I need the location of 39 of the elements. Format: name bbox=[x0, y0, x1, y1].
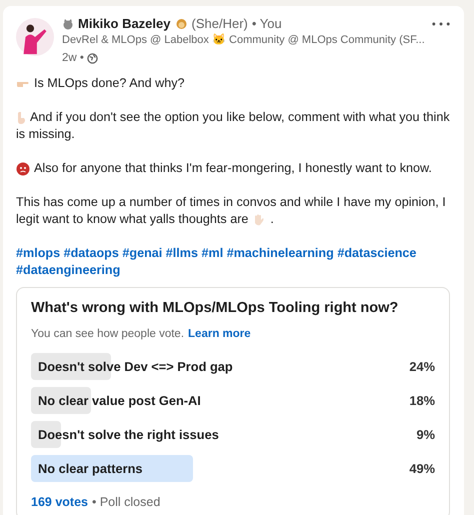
raised-hand-icon bbox=[252, 212, 266, 226]
hashtag-link[interactable]: #machinelearning bbox=[226, 246, 334, 260]
pronouns: (She/Her) bbox=[192, 16, 248, 31]
vote-count-link[interactable]: 169 votes bbox=[31, 495, 88, 509]
hashtag-link[interactable]: #genai bbox=[122, 246, 162, 260]
poll-note: You can see how people vote. bbox=[31, 327, 184, 342]
option-percent: 49% bbox=[409, 461, 435, 476]
learn-more-link[interactable]: Learn more bbox=[188, 328, 251, 340]
hashtag-link[interactable]: #dataops bbox=[64, 246, 119, 260]
pointing-hand-icon bbox=[16, 110, 26, 124]
hashtag-link[interactable]: #dataengineering bbox=[16, 263, 120, 277]
option-label: Doesn't solve Dev <=> Prod gap bbox=[37, 359, 233, 374]
option-label: Doesn't solve the right issues bbox=[37, 427, 219, 442]
option-label: No clear value post Gen-AI bbox=[37, 393, 201, 408]
globe-icon bbox=[86, 52, 98, 64]
option-percent: 9% bbox=[416, 427, 435, 442]
more-options-icon[interactable] bbox=[432, 22, 450, 26]
post-text: And if you don't see the option you like below, comment with what you think bbox=[30, 109, 450, 126]
author-headline: DevRel & MLOps @ Labelbox 🐱 Community @ MLOps Community (SF... bbox=[62, 32, 425, 48]
poll-status: • Poll closed bbox=[92, 495, 160, 509]
post-text: Is MLOps done? And why? bbox=[34, 75, 185, 92]
post-text: Also for anyone that thinks I'm fear-mongering, I honestly want to know. bbox=[34, 160, 432, 177]
hashtag-link[interactable]: #datascience bbox=[337, 246, 416, 260]
option-percent: 24% bbox=[409, 359, 435, 374]
post-text: This has come up a number of times in convos and while I have my opinion, I bbox=[16, 194, 446, 211]
connection-label: • You bbox=[252, 16, 282, 31]
post-age: 2w • bbox=[62, 51, 84, 66]
post-text: . bbox=[270, 211, 274, 228]
cat-icon bbox=[62, 18, 74, 30]
poll-question: What's wrong with MLOps/MLOps Tooling right now? bbox=[31, 300, 400, 316]
post-text: is missing. bbox=[16, 126, 75, 143]
option-percent: 18% bbox=[409, 393, 435, 408]
hashtag-link[interactable]: #ml bbox=[202, 246, 224, 260]
option-label: No clear patterns bbox=[37, 461, 143, 476]
hashtag-link[interactable]: #mlops bbox=[16, 246, 60, 260]
author-name[interactable]: Mikiko Bazeley bbox=[78, 16, 170, 31]
angry-face-icon bbox=[16, 162, 30, 176]
hashtag-link[interactable]: #llms bbox=[166, 246, 198, 260]
post-text: legit want to know what yalls thoughts are bbox=[16, 211, 248, 228]
